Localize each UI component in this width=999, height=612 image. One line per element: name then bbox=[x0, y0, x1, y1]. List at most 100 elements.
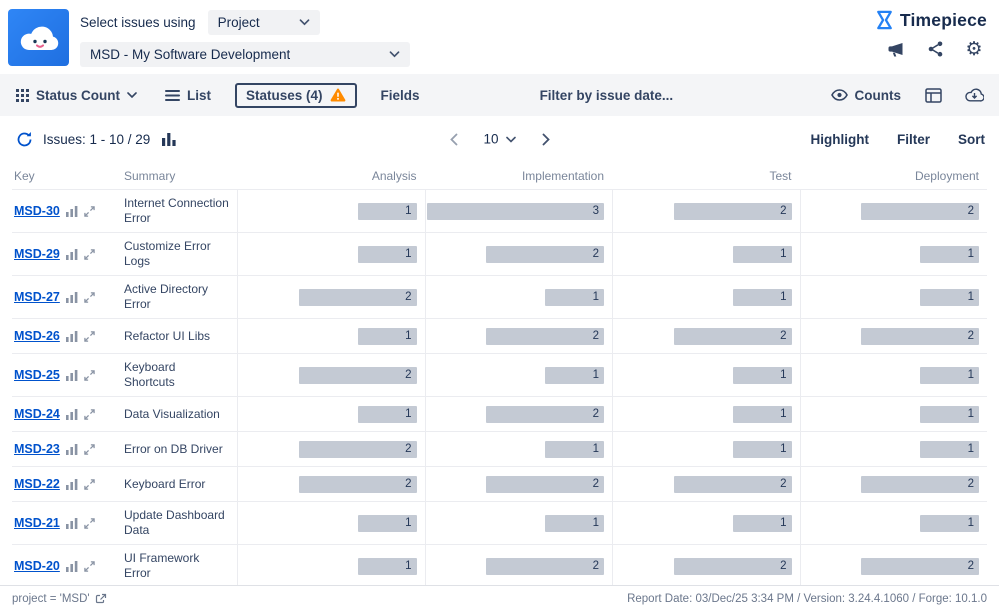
view-mode-dropdown[interactable]: Status Count bbox=[12, 84, 141, 107]
count-bar: 1 bbox=[545, 289, 604, 306]
table-row: MSD-22Keyboard Error2222 bbox=[12, 466, 987, 501]
external-link-icon[interactable] bbox=[95, 593, 107, 605]
count-bar: 1 bbox=[358, 328, 417, 345]
expand-icon bbox=[84, 206, 95, 217]
status-count-cell: 2 bbox=[612, 190, 800, 232]
expand-icon bbox=[84, 409, 95, 420]
announcements-button[interactable] bbox=[885, 39, 907, 59]
table-row: MSD-27Active Directory Error2111 bbox=[12, 275, 987, 318]
issue-expand-button[interactable] bbox=[84, 409, 95, 420]
issue-expand-button[interactable] bbox=[84, 370, 95, 381]
issue-key-link[interactable]: MSD-27 bbox=[14, 290, 60, 304]
refresh-button[interactable] bbox=[14, 129, 34, 149]
report-table-button[interactable] bbox=[920, 84, 946, 106]
key-cell: MSD-25 bbox=[12, 364, 124, 386]
status-count-cell: 1 bbox=[800, 354, 988, 396]
brand-name: Timepiece bbox=[900, 10, 987, 31]
issue-chart-button[interactable] bbox=[66, 479, 78, 490]
count-bar: 1 bbox=[733, 406, 792, 423]
status-count-cell: 2 bbox=[237, 467, 425, 501]
share-button[interactable] bbox=[924, 39, 946, 59]
issue-key-link[interactable]: MSD-25 bbox=[14, 368, 60, 382]
issue-key-link[interactable]: MSD-20 bbox=[14, 559, 60, 573]
issue-key-link[interactable]: MSD-29 bbox=[14, 247, 60, 261]
settings-button[interactable]: ⚙ bbox=[963, 39, 985, 59]
count-bar: 2 bbox=[861, 476, 979, 493]
count-bar: 2 bbox=[299, 367, 417, 384]
highlight-button[interactable]: Highlight bbox=[811, 132, 869, 147]
issue-chart-button[interactable] bbox=[66, 206, 78, 217]
count-bar: 2 bbox=[299, 289, 417, 306]
issue-chart-button[interactable] bbox=[66, 370, 78, 381]
expand-icon bbox=[84, 292, 95, 303]
chevron-down-icon bbox=[389, 51, 400, 58]
status-count-cell: 1 bbox=[425, 354, 613, 396]
filter-button[interactable]: Filter bbox=[897, 132, 930, 147]
issue-chart-button[interactable] bbox=[66, 331, 78, 342]
issue-chart-button[interactable] bbox=[66, 249, 78, 260]
list-button[interactable]: List bbox=[161, 84, 215, 107]
issue-chart-button[interactable] bbox=[66, 444, 78, 455]
prev-page-button[interactable] bbox=[443, 131, 463, 147]
sort-button[interactable]: Sort bbox=[958, 132, 985, 147]
export-cloud-button[interactable] bbox=[961, 84, 987, 106]
issue-key-link[interactable]: MSD-22 bbox=[14, 477, 60, 491]
fields-button[interactable]: Fields bbox=[377, 84, 424, 107]
project-dropdown[interactable]: MSD - My Software Development bbox=[80, 42, 410, 67]
date-filter-button[interactable]: Filter by issue date... bbox=[536, 84, 678, 107]
count-bar: 1 bbox=[358, 406, 417, 423]
status-count-cell: 2 bbox=[800, 545, 988, 587]
status-count-cell: 2 bbox=[237, 276, 425, 318]
count-bar: 1 bbox=[545, 367, 604, 384]
issue-chart-button[interactable] bbox=[66, 292, 78, 303]
page-size-select[interactable]: 10 bbox=[479, 130, 519, 149]
table-body: MSD-30Internet Connection Error1322MSD-2… bbox=[12, 189, 987, 588]
app-logo bbox=[8, 9, 69, 66]
column-header-summary: Summary bbox=[124, 169, 237, 183]
status-count-cell: 1 bbox=[612, 502, 800, 544]
issue-chart-button[interactable] bbox=[66, 409, 78, 420]
counts-button[interactable]: Counts bbox=[827, 84, 906, 107]
issue-expand-button[interactable] bbox=[84, 292, 95, 303]
issue-chart-button[interactable] bbox=[66, 518, 78, 529]
next-page-button[interactable] bbox=[536, 131, 556, 147]
count-bar: 1 bbox=[545, 515, 604, 532]
issue-expand-button[interactable] bbox=[84, 206, 95, 217]
statuses-label: Statuses (4) bbox=[246, 88, 323, 103]
scope-dropdown[interactable]: Project bbox=[208, 10, 320, 35]
issue-key-link[interactable]: MSD-26 bbox=[14, 329, 60, 343]
column-header-test: Test bbox=[612, 169, 800, 183]
issue-chart-button[interactable] bbox=[66, 561, 78, 572]
status-count-cell: 1 bbox=[237, 545, 425, 587]
issue-expand-button[interactable] bbox=[84, 444, 95, 455]
count-bar: 1 bbox=[920, 406, 979, 423]
chart-view-toggle-button[interactable] bbox=[159, 130, 179, 148]
pagination: 10 bbox=[443, 130, 555, 149]
timepiece-logo-icon bbox=[874, 9, 895, 32]
issue-expand-button[interactable] bbox=[84, 561, 95, 572]
pager-right: Highlight Filter Sort bbox=[811, 132, 986, 147]
count-bar: 1 bbox=[733, 515, 792, 532]
status-count-cell: 1 bbox=[237, 397, 425, 431]
refresh-icon bbox=[16, 131, 33, 148]
issue-key-link[interactable]: MSD-23 bbox=[14, 442, 60, 456]
status-count-cell: 1 bbox=[237, 319, 425, 353]
statuses-button[interactable]: Statuses (4) bbox=[235, 83, 357, 108]
issue-expand-button[interactable] bbox=[84, 249, 95, 260]
issue-key-link[interactable]: MSD-30 bbox=[14, 204, 60, 218]
column-header-deployment: Deployment bbox=[800, 169, 988, 183]
issue-expand-button[interactable] bbox=[84, 331, 95, 342]
issue-key-link[interactable]: MSD-21 bbox=[14, 516, 60, 530]
bar-chart-icon bbox=[66, 518, 78, 529]
share-icon bbox=[928, 41, 943, 57]
issue-expand-button[interactable] bbox=[84, 518, 95, 529]
count-bar: 2 bbox=[674, 476, 792, 493]
column-header-key: Key bbox=[12, 169, 124, 183]
issue-key-link[interactable]: MSD-24 bbox=[14, 407, 60, 421]
table-header-row: Key Summary Analysis Implementation Test… bbox=[12, 162, 987, 189]
summary-cell: Refactor UI Libs bbox=[124, 323, 237, 350]
count-bar: 1 bbox=[733, 289, 792, 306]
issue-expand-button[interactable] bbox=[84, 479, 95, 490]
key-cell: MSD-21 bbox=[12, 512, 124, 534]
summary-cell: Internet Connection Error bbox=[124, 190, 237, 232]
